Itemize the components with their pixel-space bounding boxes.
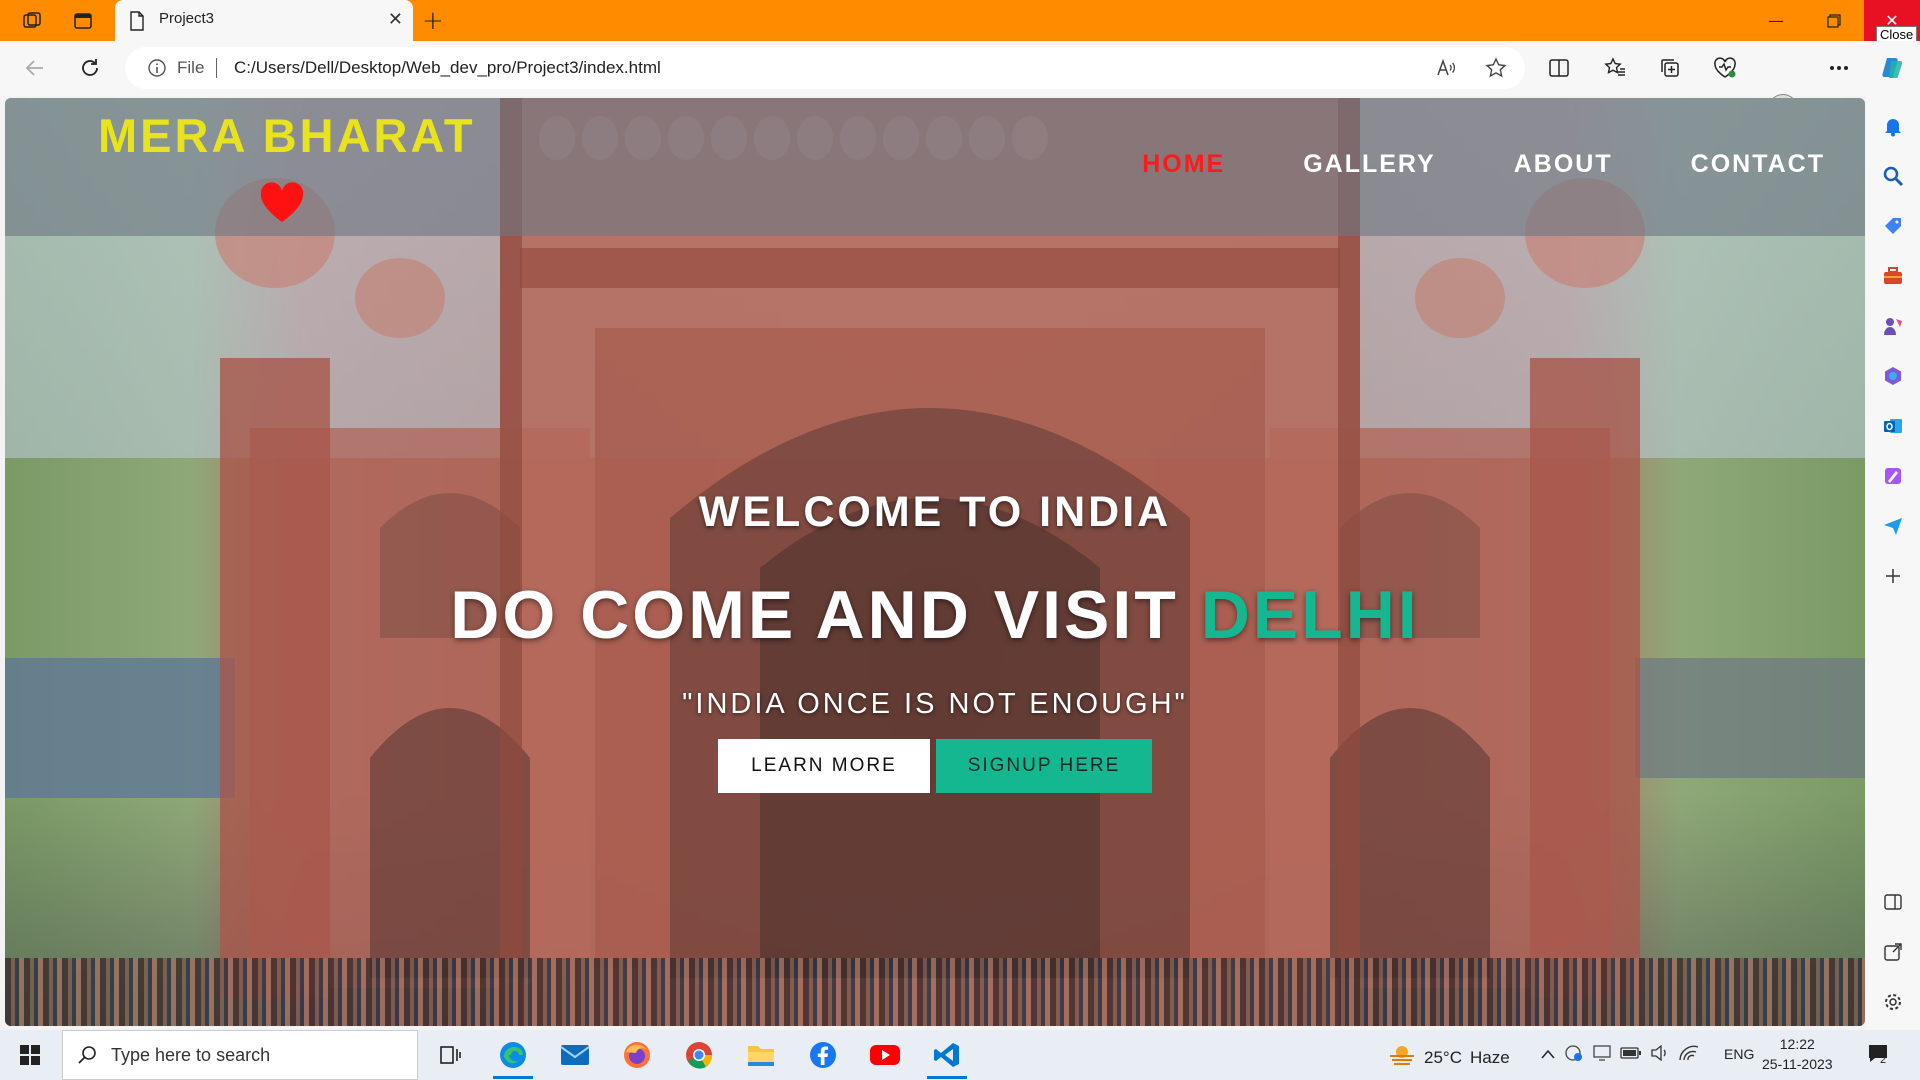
display-icon[interactable] xyxy=(1592,1044,1612,1066)
hero-quote: "INDIA ONCE IS NOT ENOUGH" xyxy=(682,688,1188,720)
firefox-icon[interactable] xyxy=(617,1037,657,1073)
notification-count: 2 xyxy=(1880,1054,1887,1066)
search-icon[interactable] xyxy=(1879,162,1907,190)
favorite-star-icon[interactable] xyxy=(1485,57,1507,83)
web-page: MERA BHARAT HOME GALLERY ABOUT CONTACT W… xyxy=(5,98,1865,1026)
weather-description: Haze xyxy=(1469,1047,1510,1067)
learn-more-button[interactable]: LEARN MORE xyxy=(718,739,930,793)
task-view-icon[interactable] xyxy=(430,1037,470,1073)
sidebar-panel-icon[interactable] xyxy=(1879,888,1907,916)
split-screen-icon[interactable] xyxy=(1545,54,1573,82)
edge-sidebar xyxy=(1866,96,1920,1030)
volume-icon[interactable] xyxy=(1650,1044,1670,1065)
scheme-label: File xyxy=(177,58,205,77)
vscode-icon[interactable] xyxy=(927,1037,967,1079)
battery-icon[interactable] xyxy=(1620,1046,1642,1064)
games-icon[interactable] xyxy=(1879,312,1907,340)
tab-title: Project3 xyxy=(159,10,215,27)
system-tray xyxy=(1540,1044,1700,1066)
browser-essentials-icon[interactable] xyxy=(1711,54,1739,82)
windows-taskbar: Type here to search 25°C Haze ENG 12:22 … xyxy=(0,1030,1920,1080)
clock-time: 12:22 xyxy=(1779,1036,1815,1052)
weather-widget[interactable]: 25°C Haze xyxy=(1388,1044,1510,1071)
hero-section: WELCOME TO INDIA DO COME AND VISIT DELHI… xyxy=(5,98,1865,1026)
minimize-icon[interactable]: — xyxy=(1748,0,1804,41)
collections-icon[interactable] xyxy=(1656,54,1684,82)
signup-button[interactable]: SIGNUP HERE xyxy=(936,739,1152,793)
workspaces-icon[interactable] xyxy=(19,8,45,34)
hero-welcome-text: WELCOME TO INDIA xyxy=(698,488,1172,536)
back-icon[interactable] xyxy=(20,53,50,83)
refresh-icon[interactable] xyxy=(75,53,105,83)
clock[interactable]: 12:22 25-11-2023 xyxy=(1762,1034,1833,1074)
url-text[interactable]: C:/Users/Dell/Desktop/Web_dev_pro/Projec… xyxy=(234,58,661,78)
youtube-icon[interactable] xyxy=(865,1037,905,1073)
add-icon[interactable] xyxy=(1879,562,1907,590)
more-options-icon[interactable] xyxy=(1825,54,1853,82)
designer-icon[interactable] xyxy=(1879,462,1907,490)
bell-icon[interactable] xyxy=(1879,112,1907,140)
edge-icon[interactable] xyxy=(493,1037,533,1079)
external-link-icon[interactable] xyxy=(1879,938,1907,966)
taskbar-search-box[interactable]: Type here to search xyxy=(62,1030,418,1080)
outlook-icon[interactable] xyxy=(1879,412,1907,440)
address-bar[interactable]: File C:/Users/Dell/Desktop/Web_dev_pro/P… xyxy=(125,47,1525,89)
weather-temperature: 25°C xyxy=(1424,1047,1462,1067)
favorites-icon[interactable] xyxy=(1601,54,1629,82)
mail-icon[interactable] xyxy=(555,1037,595,1073)
shopping-tag-icon[interactable] xyxy=(1879,212,1907,240)
facebook-icon[interactable] xyxy=(803,1037,843,1073)
browser-toolbar: File C:/Users/Dell/Desktop/Web_dev_pro/P… xyxy=(0,41,1920,124)
toolbox-icon[interactable] xyxy=(1879,262,1907,290)
restore-icon[interactable] xyxy=(1806,0,1862,41)
m365-icon[interactable] xyxy=(1879,362,1907,390)
wifi-icon[interactable] xyxy=(1678,1044,1700,1066)
tab-project3[interactable]: Project3 ✕ xyxy=(115,0,413,41)
notification-icon[interactable]: 2 xyxy=(1866,1042,1890,1070)
send-icon[interactable] xyxy=(1879,512,1907,540)
chevron-up-icon[interactable] xyxy=(1540,1046,1556,1064)
network-status-icon[interactable] xyxy=(1564,1044,1584,1066)
clock-date: 25-11-2023 xyxy=(1762,1056,1833,1072)
browser-title-bar: Project3 ✕ + — ✕ Close xyxy=(0,0,1920,43)
hero-headline-city: DELHI xyxy=(1200,577,1420,653)
search-icon xyxy=(77,1044,99,1070)
address-separator xyxy=(216,58,217,78)
tab-close-icon[interactable]: ✕ xyxy=(388,10,403,30)
file-explorer-icon[interactable] xyxy=(741,1037,781,1073)
copilot-icon[interactable] xyxy=(1878,54,1906,82)
hero-headline: DO COME AND VISIT DELHI xyxy=(5,576,1865,654)
haze-icon xyxy=(1388,1044,1416,1071)
language-indicator[interactable]: ENG xyxy=(1724,1046,1754,1062)
read-aloud-icon[interactable] xyxy=(1435,57,1457,83)
windows-start-icon[interactable] xyxy=(10,1040,50,1070)
vertical-tabs-icon[interactable] xyxy=(70,8,96,34)
chrome-icon[interactable] xyxy=(679,1037,719,1073)
site-info-icon[interactable] xyxy=(147,58,167,82)
search-placeholder: Type here to search xyxy=(111,1045,271,1065)
page-icon xyxy=(129,11,145,35)
new-tab-icon[interactable]: + xyxy=(422,6,444,36)
settings-icon[interactable] xyxy=(1879,988,1907,1016)
hero-headline-prefix: DO COME AND VISIT xyxy=(450,577,1201,653)
